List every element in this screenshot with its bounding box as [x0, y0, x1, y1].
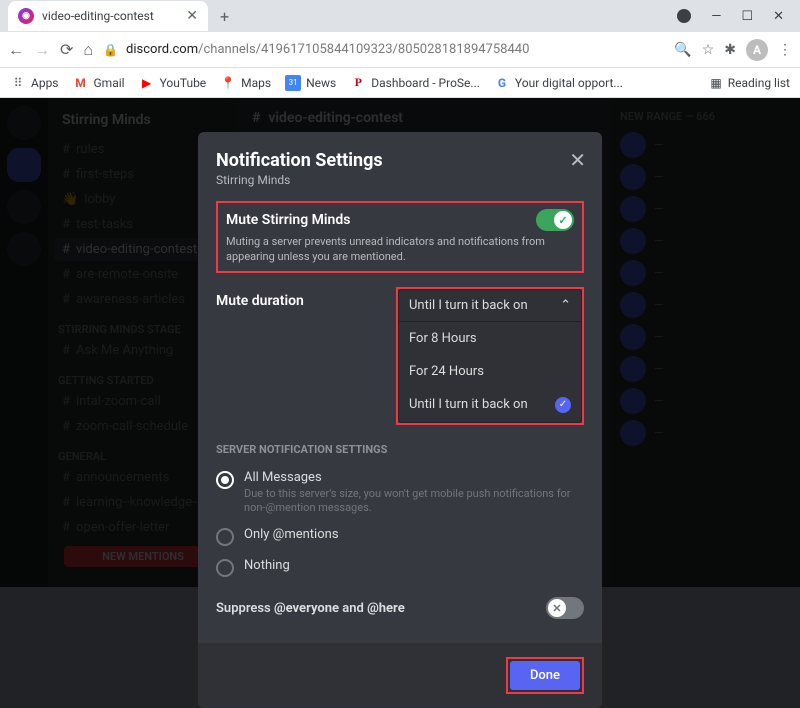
back-button[interactable]: ←	[8, 40, 24, 60]
suppress-toggle[interactable]: ✕	[546, 597, 584, 619]
duration-selected-value: Until I turn it back on	[409, 298, 528, 313]
radio-nothing[interactable]: Nothing	[216, 552, 584, 583]
profile-avatar[interactable]: A	[746, 39, 768, 61]
notification-settings-modal: ✕ Notification Settings Stirring Minds M…	[198, 132, 602, 708]
browser-toolbar: ← → ⟳ ⌂ 🔒 discord.com/channels/419617105…	[0, 32, 800, 68]
bookmark-news[interactable]: 31News	[285, 75, 336, 91]
browser-tab[interactable]: ◉ video-editing-contest ✕	[8, 1, 208, 31]
mute-server-label: Mute Stirring Minds	[226, 212, 350, 228]
url-path: /channels/419617105844109323/80502818189…	[198, 42, 529, 57]
browser-titlebar: ◉ video-editing-contest ✕ + ― ☐ ✕	[0, 0, 800, 32]
x-icon: ✕	[548, 599, 566, 617]
radio-label: Only @mentions	[244, 527, 339, 542]
bookmark-maps[interactable]: 📍Maps	[220, 75, 271, 91]
mute-server-description: Muting a server prevents unread indicato…	[226, 235, 574, 265]
mute-duration-label: Mute duration	[216, 287, 396, 309]
discord-favicon: ◉	[18, 8, 34, 24]
check-icon: ✓	[554, 211, 572, 229]
chevron-up-icon: ⌃	[560, 298, 571, 313]
window-controls: ― ☐ ✕	[677, 9, 800, 24]
radio-icon	[216, 528, 234, 546]
bookmark-prose[interactable]: PDashboard - ProSe...	[350, 75, 480, 91]
home-button[interactable]: ⌂	[83, 40, 93, 60]
modal-overlay[interactable]: ✕ Notification Settings Stirring Minds M…	[0, 98, 800, 587]
bookmark-star-icon[interactable]: ☆	[702, 42, 715, 58]
mute-server-section: Mute Stirring Minds ✓ Muting a server pr…	[216, 201, 584, 273]
incognito-indicator-icon	[677, 9, 691, 23]
selected-check-icon: ✓	[555, 397, 571, 413]
address-bar[interactable]: 🔒 discord.com/channels/41961710584410932…	[103, 42, 664, 57]
radio-label: All Messages	[244, 470, 584, 485]
forward-button: →	[34, 40, 50, 60]
zoom-icon[interactable]: 🔍	[674, 42, 691, 58]
radio-description: Due to this server's size, you won't get…	[244, 487, 584, 516]
radio-label: Nothing	[244, 558, 290, 573]
mute-duration-select[interactable]: Until I turn it back on ⌃	[398, 289, 582, 322]
lock-icon: 🔒	[103, 43, 118, 57]
bookmark-gmail[interactable]: MGmail	[73, 75, 125, 91]
minimize-button[interactable]: ―	[711, 9, 721, 24]
suppress-label: Suppress @everyone and @here	[216, 601, 405, 616]
mute-duration-dropdown-highlight: Until I turn it back on ⌃ For 8 Hours Fo…	[396, 287, 584, 425]
radio-all-messages[interactable]: All Messages Due to this server's size, …	[216, 464, 584, 522]
duration-option-24h[interactable]: For 24 Hours	[399, 355, 581, 388]
tab-close-icon[interactable]: ✕	[186, 8, 198, 24]
bookmark-youtube[interactable]: ▶YouTube	[139, 75, 207, 91]
close-window-button[interactable]: ✕	[773, 9, 784, 24]
suppress-row: Suppress @everyone and @here ✕	[216, 597, 584, 627]
radio-icon	[216, 471, 234, 489]
tab-title: video-editing-contest	[42, 9, 154, 23]
radio-icon	[216, 559, 234, 577]
maximize-button[interactable]: ☐	[741, 9, 753, 24]
url-host: discord.com	[126, 42, 198, 57]
reload-button[interactable]: ⟳	[60, 40, 73, 59]
mute-server-toggle[interactable]: ✓	[536, 209, 574, 231]
apps-shortcut[interactable]: ⠿Apps	[10, 75, 59, 91]
bookmarks-bar: ⠿Apps MGmail ▶YouTube 📍Maps 31News PDash…	[0, 68, 800, 98]
modal-subtitle: Stirring Minds	[216, 173, 584, 187]
done-button[interactable]: Done	[510, 661, 580, 690]
mute-duration-row: Mute duration Until I turn it back on ⌃ …	[216, 287, 584, 425]
server-notif-header: SERVER NOTIFICATION SETTINGS	[216, 443, 584, 456]
duration-option-until[interactable]: Until I turn it back on✓	[399, 388, 581, 422]
bookmark-google[interactable]: GYour digital opport...	[494, 75, 623, 91]
new-tab-button[interactable]: +	[220, 7, 229, 26]
close-modal-button[interactable]: ✕	[569, 148, 586, 172]
done-highlight: Done	[506, 657, 584, 694]
modal-title: Notification Settings	[216, 150, 584, 171]
duration-options-list: For 8 Hours For 24 Hours Until I turn it…	[398, 322, 582, 423]
modal-footer: Done	[198, 643, 602, 708]
reading-list-button[interactable]: ▦Reading list	[710, 76, 790, 90]
radio-only-mentions[interactable]: Only @mentions	[216, 521, 584, 552]
extensions-icon[interactable]: ✱	[724, 42, 736, 58]
menu-icon[interactable]: ⋮	[778, 42, 792, 58]
duration-option-8h[interactable]: For 8 Hours	[399, 322, 581, 355]
